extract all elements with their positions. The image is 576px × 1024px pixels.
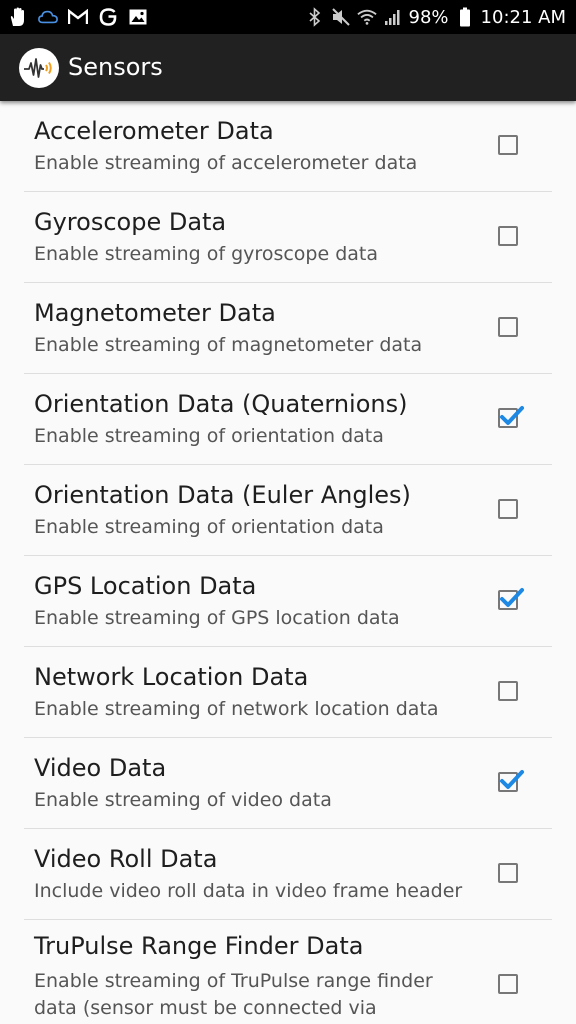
checkbox-checked[interactable] (498, 770, 524, 792)
battery-percent: 98% (408, 6, 449, 28)
preference-title: Network Location Data (34, 663, 309, 691)
wifi-icon (356, 7, 377, 27)
preference-row-magnetometer[interactable]: Magnetometer Data Enable streaming of mag… (24, 283, 552, 374)
preference-summary: Enable streaming of orientation data (34, 425, 384, 447)
bluetooth-icon (305, 7, 325, 27)
preference-summary: Include video roll data in video frame h… (34, 880, 463, 902)
status-bar: 98% 10:21 AM (0, 0, 576, 34)
check-icon (500, 588, 524, 607)
preference-title: TruPulse Range Finder Data (34, 932, 364, 960)
sensor-waveform-icon[interactable] (19, 48, 59, 88)
checkbox-unchecked[interactable] (498, 226, 518, 246)
preference-row-video[interactable]: Video Data Enable streaming of video data (24, 738, 552, 829)
preference-row-gps-location[interactable]: GPS Location Data Enable streaming of GPS… (24, 556, 552, 647)
sensor-settings-list: Accelerometer Data Enable streaming of ac… (0, 101, 576, 1023)
preference-summary: Enable streaming of magnetometer data (34, 334, 423, 356)
checkbox-unchecked[interactable] (498, 317, 518, 337)
preference-title: Video Roll Data (34, 845, 218, 873)
preference-title: Magnetometer Data (34, 299, 276, 327)
app-bar: Sensors (0, 34, 576, 101)
preference-title: Orientation Data (Quaternions) (34, 390, 408, 418)
notification-icons (8, 0, 148, 34)
google-icon (98, 7, 118, 27)
check-icon (500, 406, 524, 425)
page-title: Sensors (68, 53, 163, 81)
checkbox-unchecked[interactable] (498, 499, 518, 519)
preference-summary: Enable streaming of GPS location data (34, 607, 400, 629)
signal-icon (383, 7, 403, 27)
preference-summary: Enable streaming of orientation data (34, 516, 384, 538)
preference-row-video-roll[interactable]: Video Roll Data Include video roll data i… (24, 829, 552, 920)
checkbox-unchecked[interactable] (498, 863, 518, 883)
preference-row-network-location[interactable]: Network Location Data Enable streaming of… (24, 647, 552, 738)
image-icon (128, 7, 148, 27)
clock: 10:21 AM (480, 6, 566, 28)
preference-summary: Enable streaming of gyroscope data (34, 243, 378, 265)
preference-summary: Enable streaming of TruPulse range finde… (34, 970, 433, 1019)
hand-icon (8, 7, 28, 27)
system-status-icons: 98% 10:21 AM (305, 0, 566, 34)
check-icon (500, 770, 524, 789)
preference-summary: Enable streaming of network location dat… (34, 698, 439, 720)
checkbox-checked[interactable] (498, 406, 524, 428)
checkbox-unchecked[interactable] (498, 135, 518, 155)
battery-icon (455, 7, 475, 27)
preference-row-gyroscope[interactable]: Gyroscope Data Enable streaming of gyrosc… (24, 192, 552, 283)
preference-row-trupulse-range-finder[interactable]: TruPulse Range Finder Data Enable streami… (24, 920, 552, 1023)
preference-row-accelerometer[interactable]: Accelerometer Data Enable streaming of ac… (24, 101, 552, 192)
preference-summary: Enable streaming of video data (34, 789, 332, 811)
preference-title: Orientation Data (Euler Angles) (34, 481, 411, 509)
preference-row-orientation-quaternions[interactable]: Orientation Data (Quaternions) Enable str… (24, 374, 552, 465)
gmail-icon (68, 7, 88, 27)
preference-title: Gyroscope Data (34, 208, 227, 236)
preference-title: Accelerometer Data (34, 117, 274, 145)
preference-summary: Enable streaming of accelerometer data (34, 152, 418, 174)
preference-title: GPS Location Data (34, 572, 257, 600)
checkbox-unchecked[interactable] (498, 974, 518, 994)
mute-icon (331, 7, 351, 27)
checkbox-checked[interactable] (498, 588, 524, 610)
preference-title: Video Data (34, 754, 167, 782)
checkbox-unchecked[interactable] (498, 681, 518, 701)
preference-row-orientation-euler[interactable]: Orientation Data (Euler Angles) Enable st… (24, 465, 552, 556)
cloud-icon (38, 7, 58, 27)
